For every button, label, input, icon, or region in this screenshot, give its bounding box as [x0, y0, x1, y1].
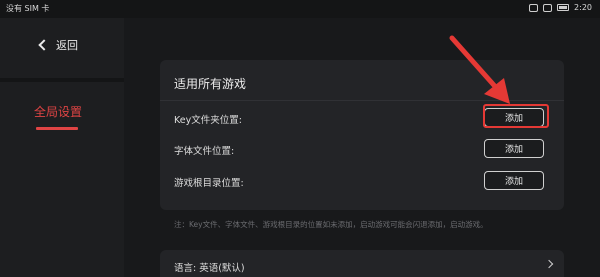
key-folder-label: Key文件夹位置:: [174, 115, 242, 126]
game-root-label: 游戏根目录位置:: [174, 178, 244, 189]
add-game-root-button[interactable]: 添加: [484, 171, 544, 190]
card-title: 适用所有游戏: [174, 77, 247, 91]
language-row[interactable]: 语言: 英语(默认): [160, 250, 564, 277]
status-bar: 没有 SIM 卡 2:20: [0, 0, 600, 18]
highlight-box: [483, 104, 549, 128]
font-folder-label: 字体文件位置:: [174, 146, 235, 157]
chevron-left-icon: [38, 39, 50, 51]
card-divider: [160, 100, 564, 101]
main-panel: 适用所有游戏 Key文件夹位置: 添加 字体文件位置: 添加 游戏根目录位置: …: [124, 18, 600, 277]
eye-comfort-icon: [529, 3, 539, 12]
clock: 2:20: [574, 3, 592, 12]
carrier-status: 没有 SIM 卡: [6, 4, 50, 13]
active-tab-indicator: [36, 127, 78, 130]
sidebar: 返回 全局设置: [0, 18, 124, 277]
all-games-card: 适用所有游戏 Key文件夹位置: 添加 字体文件位置: 添加 游戏根目录位置: …: [160, 60, 564, 210]
sidebar-divider: [0, 78, 124, 82]
mute-icon: [543, 3, 553, 12]
chevron-right-icon: [544, 259, 554, 269]
battery-icon: [557, 4, 570, 11]
add-font-folder-button[interactable]: 添加: [484, 139, 544, 158]
back-label: 返回: [56, 39, 78, 52]
back-button[interactable]: 返回: [38, 37, 78, 53]
language-label: 语言: 英语(默认): [174, 263, 245, 274]
hint-note: 注：Key文件、字体文件、游戏根目录的位置如未添加，启动游戏可能会闪退添加，启动…: [174, 220, 488, 229]
sidebar-item-global-settings[interactable]: 全局设置: [34, 103, 82, 120]
status-icons: 2:20: [529, 3, 592, 12]
